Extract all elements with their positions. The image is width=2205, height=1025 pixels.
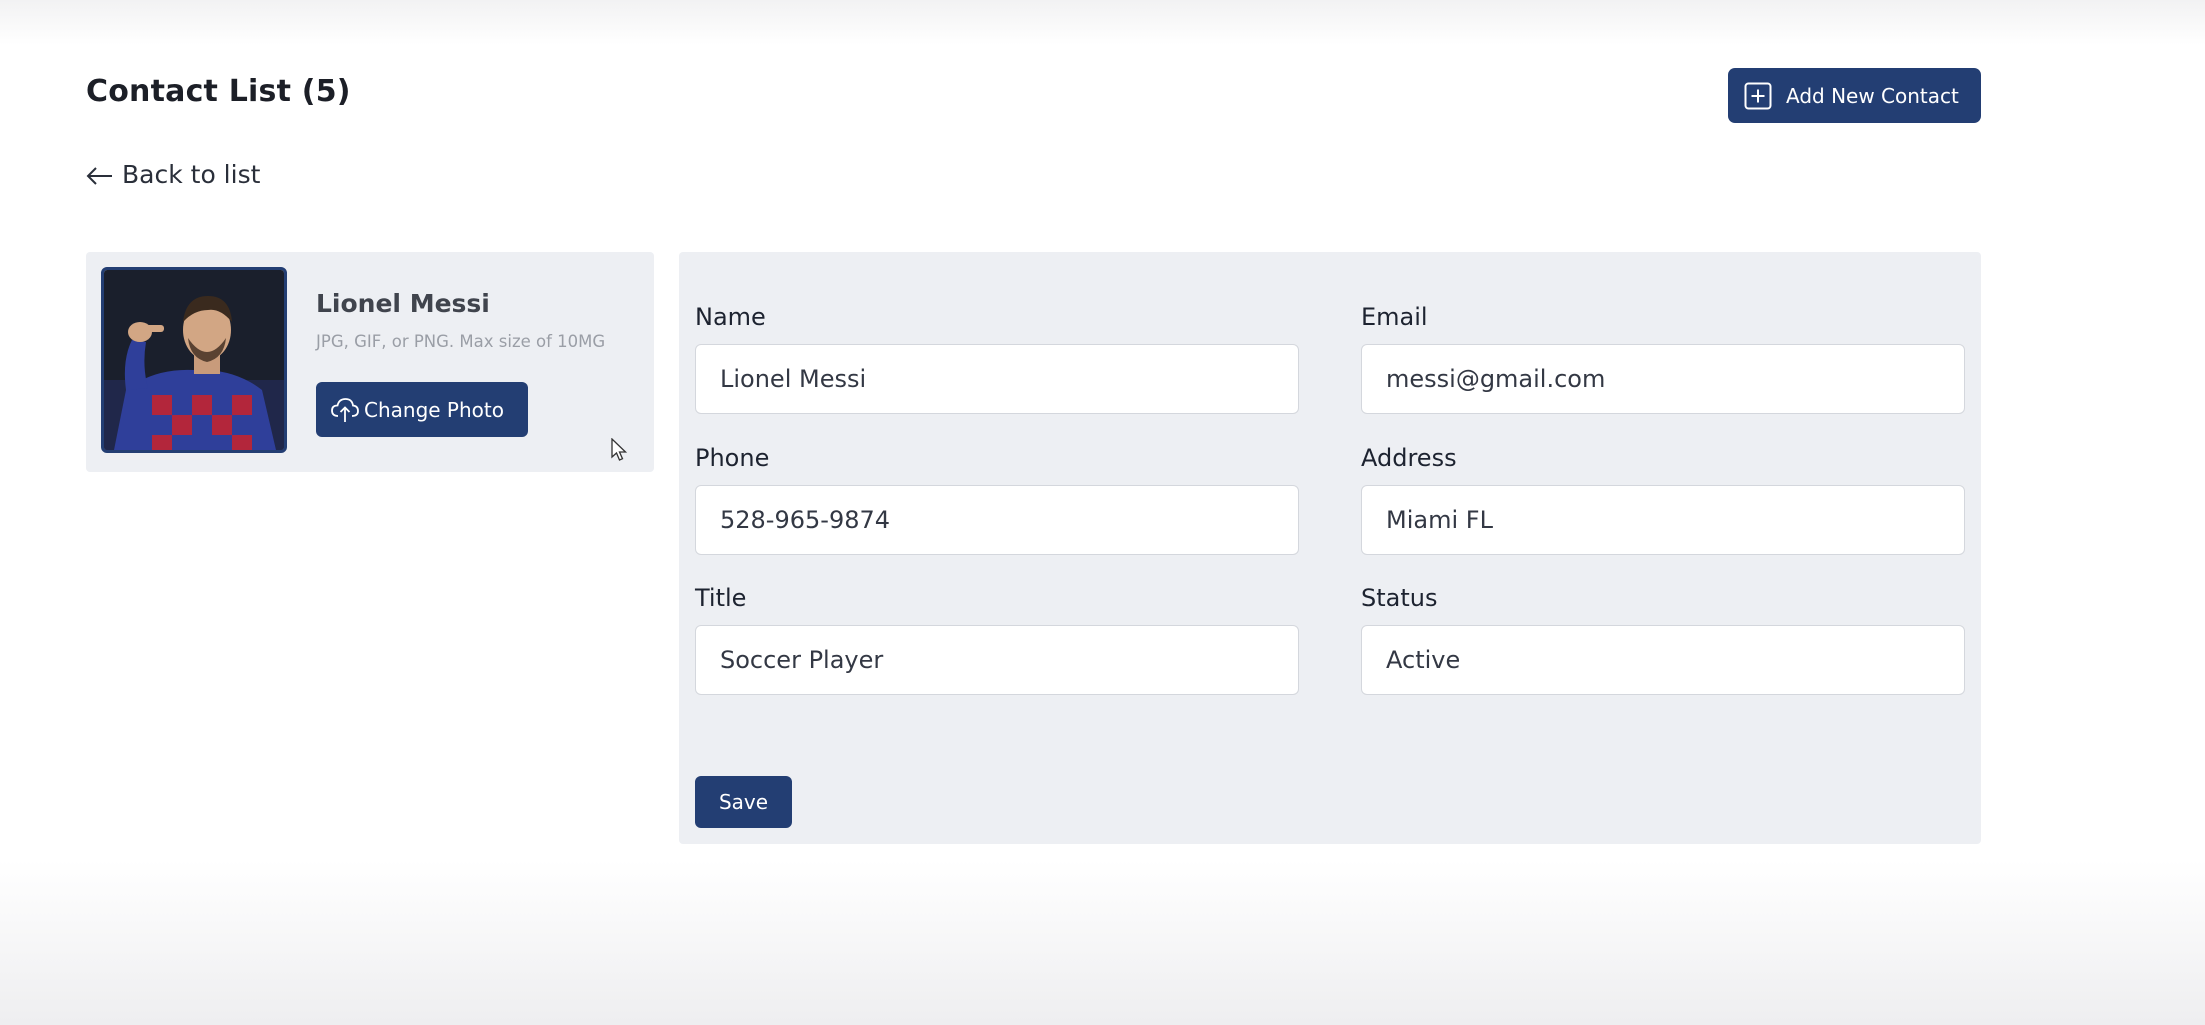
back-to-list-link[interactable]: Back to list [86,160,260,189]
email-input[interactable] [1361,344,1965,414]
name-input[interactable] [695,344,1299,414]
profile-card: Lionel Messi JPG, GIF, or PNG. Max size … [86,252,654,472]
address-label: Address [1361,444,1457,472]
photo-format-hint: JPG, GIF, or PNG. Max size of 10MG [316,332,606,351]
back-to-list-label: Back to list [122,160,261,189]
title-label: Title [695,584,747,612]
profile-name: Lionel Messi [316,289,490,318]
name-field-group: Name [695,300,1299,414]
phone-input[interactable] [695,485,1299,555]
mouse-cursor-icon [610,437,628,462]
plus-square-icon [1744,82,1772,110]
phone-field-group: Phone [695,441,1299,555]
status-field-group: Status [1361,581,1965,695]
status-label: Status [1361,584,1438,612]
title-input[interactable] [695,625,1299,695]
add-new-contact-label: Add New Contact [1786,83,1959,108]
cloud-upload-icon [330,397,360,423]
email-label: Email [1361,303,1428,331]
add-new-contact-button[interactable]: Add New Contact [1728,68,1981,123]
address-input[interactable] [1361,485,1965,555]
contact-form: Name Email Phone Address Title Status Sa… [679,252,1981,844]
title-field-group: Title [695,581,1299,695]
profile-photo [101,267,287,453]
phone-label: Phone [695,444,770,472]
page-title: Contact List (5) [86,74,351,109]
save-button[interactable]: Save [695,776,792,828]
address-field-group: Address [1361,441,1965,555]
change-photo-button[interactable]: Change Photo [316,382,528,437]
name-label: Name [695,303,766,331]
email-field-group: Email [1361,300,1965,414]
change-photo-label: Change Photo [364,397,504,422]
arrow-left-icon [86,164,114,186]
status-input[interactable] [1361,625,1965,695]
